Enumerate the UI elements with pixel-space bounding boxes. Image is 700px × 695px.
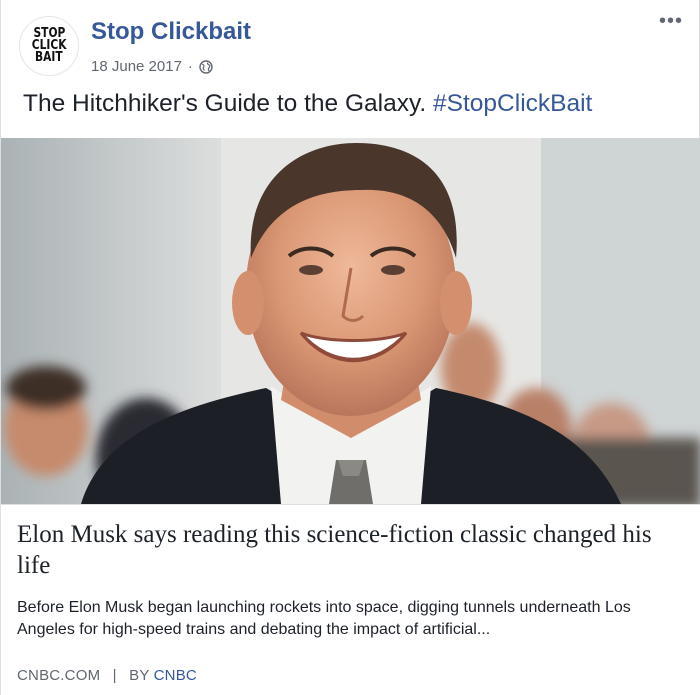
post-date[interactable]: 18 June 2017 xyxy=(91,58,182,75)
post-text-body: The Hitchhiker's Guide to the Galaxy. xyxy=(23,90,427,117)
link-headline[interactable]: Elon Musk says reading this science-fict… xyxy=(17,519,677,581)
meta-separator: · xyxy=(187,58,193,75)
link-preview-image[interactable] xyxy=(1,138,700,504)
more-options-button[interactable]: ••• xyxy=(659,10,683,33)
post-header: STOP CLICK BAIT Stop Clickbait 18 June 2… xyxy=(1,0,700,86)
globe-icon[interactable] xyxy=(199,59,213,74)
hashtag-link[interactable]: #StopClickBait xyxy=(433,90,592,117)
link-preview[interactable]: Elon Musk says reading this science-fict… xyxy=(1,504,700,695)
post-card: STOP CLICK BAIT Stop Clickbait 18 June 2… xyxy=(0,0,700,695)
source-separator: | xyxy=(112,667,117,684)
avatar-text-line: BAIT xyxy=(35,50,63,65)
page-name-link[interactable]: Stop Clickbait xyxy=(91,18,251,46)
link-description: Before Elon Musk began launching rockets… xyxy=(17,599,631,638)
author-link[interactable]: CNBC xyxy=(154,667,197,684)
portrait-photo xyxy=(1,138,700,504)
post-meta: 18 June 2017 · xyxy=(91,58,213,75)
by-prefix: BY xyxy=(129,667,150,684)
page-avatar[interactable]: STOP CLICK BAIT xyxy=(19,16,79,76)
link-domain: CNBC.COM xyxy=(17,667,101,684)
link-source: CNBC.COM | BY CNBC xyxy=(17,667,197,684)
post-text: The Hitchhiker's Guide to the Galaxy. #S… xyxy=(23,90,592,118)
